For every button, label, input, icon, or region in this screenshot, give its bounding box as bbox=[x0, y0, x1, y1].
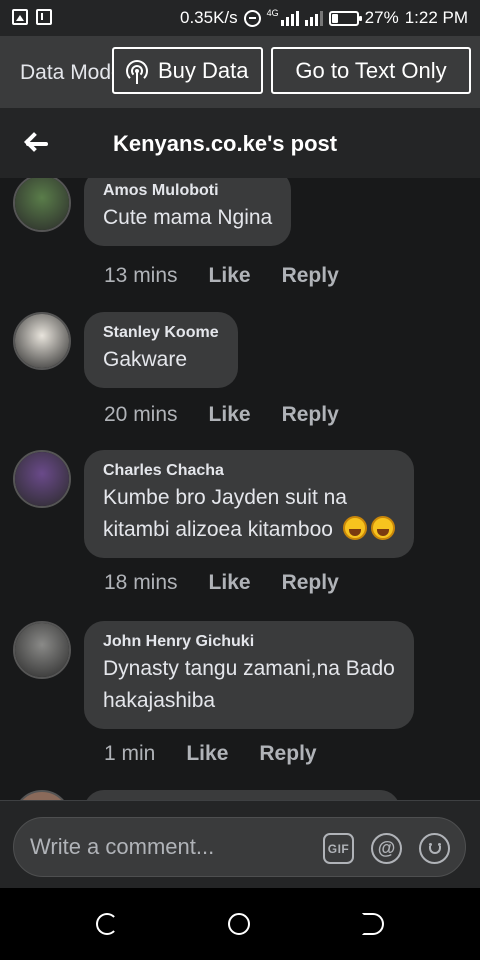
avatar[interactable] bbox=[13, 790, 71, 800]
text-only-button[interactable]: Go to Text Only bbox=[271, 47, 471, 94]
comment-text-line: hakajashiba bbox=[103, 689, 216, 712]
emoji-picker-icon[interactable] bbox=[419, 833, 450, 864]
broadcast-icon bbox=[124, 58, 150, 84]
back-arrow-icon[interactable] bbox=[22, 130, 50, 158]
battery-icon bbox=[328, 10, 362, 26]
back-icon[interactable] bbox=[362, 913, 384, 935]
comment-bubble[interactable]: Amos Muloboti Cute mama Ngina bbox=[84, 178, 292, 246]
avatar[interactable] bbox=[13, 312, 71, 370]
comment-text-line: Kumbe bro Jayden suit na bbox=[103, 486, 347, 509]
comment-text: Kumbe bro Jayden suit na kitambi alizoea… bbox=[103, 482, 395, 546]
comment-time: 1 min bbox=[104, 742, 156, 765]
comment-text: Cute mama Ngina bbox=[103, 202, 272, 234]
do-not-disturb-icon bbox=[243, 9, 261, 27]
comment-time: 18 mins bbox=[104, 571, 178, 594]
page-title: Kenyans.co.ke's post bbox=[113, 131, 338, 156]
reply-button[interactable]: Reply bbox=[259, 742, 316, 766]
laughing-emoji-icon bbox=[370, 516, 395, 540]
comment-text: Gakware bbox=[103, 344, 219, 376]
like-button[interactable]: Like bbox=[209, 571, 251, 595]
laughing-emoji-icon bbox=[342, 516, 367, 540]
comment-text-line-2: kitambi alizoea kitamboo bbox=[103, 514, 395, 546]
avatar[interactable] bbox=[13, 178, 71, 232]
like-button[interactable]: Like bbox=[209, 403, 251, 427]
signal-strength-icon bbox=[280, 10, 299, 26]
like-button[interactable]: Like bbox=[209, 264, 251, 288]
reply-button[interactable]: Reply bbox=[282, 571, 339, 595]
network-speed: 0.35K/s bbox=[179, 8, 238, 27]
comment-author[interactable]: Amos Muloboti bbox=[103, 182, 272, 200]
comment-input[interactable] bbox=[30, 830, 310, 864]
data-mode-bar: Data Mode Buy Data Go to Text Only bbox=[0, 36, 480, 108]
reply-button[interactable]: Reply bbox=[282, 264, 339, 288]
comment-bubble[interactable] bbox=[84, 790, 400, 800]
mention-icon[interactable]: @ bbox=[371, 833, 402, 864]
comment-text-line: Dynasty tangu zamani,na Bado bbox=[103, 657, 395, 680]
recent-apps-icon[interactable] bbox=[96, 913, 118, 935]
status-bar: 0.35K/s 4G 27% 1:22 PM bbox=[0, 0, 480, 36]
download-notification-icon bbox=[36, 9, 52, 25]
buy-data-button[interactable]: Buy Data bbox=[112, 47, 263, 94]
data-mode-label: Data Mode bbox=[20, 61, 116, 84]
text-only-label: Go to Text Only bbox=[295, 57, 447, 83]
network-type: 4G bbox=[266, 8, 279, 18]
comment-author[interactable]: Charles Chacha bbox=[103, 462, 395, 480]
comment-actions: 13 mins Like Reply bbox=[104, 264, 339, 288]
avatar[interactable] bbox=[13, 450, 71, 508]
battery-percent: 27% bbox=[364, 8, 399, 27]
comment-text-line: kitambi alizoea kitamboo bbox=[103, 518, 333, 541]
post-header: Kenyans.co.ke's post bbox=[0, 108, 480, 178]
system-nav-bar bbox=[0, 888, 480, 960]
comment-composer: GIF @ bbox=[0, 800, 480, 888]
like-button[interactable]: Like bbox=[186, 742, 228, 766]
avatar[interactable] bbox=[13, 621, 71, 679]
signal-strength-2-icon bbox=[304, 10, 323, 26]
comment-time: 13 mins bbox=[104, 264, 178, 287]
comment-input-wrapper[interactable]: GIF @ bbox=[13, 817, 466, 877]
buy-data-label: Buy Data bbox=[158, 57, 249, 83]
comment-author[interactable]: Stanley Koome bbox=[103, 324, 219, 342]
comment-actions: 18 mins Like Reply bbox=[104, 571, 339, 595]
home-icon[interactable] bbox=[228, 913, 250, 935]
comments-list[interactable]: Amos Muloboti Cute mama Ngina 13 mins Li… bbox=[0, 178, 480, 800]
comment-text-line: Cute mama Ngina bbox=[103, 206, 273, 229]
comment-time: 20 mins bbox=[104, 403, 178, 426]
comment-bubble[interactable]: Stanley Koome Gakware bbox=[84, 312, 238, 388]
comment-text-line: Gakware bbox=[103, 348, 188, 371]
battery-level bbox=[331, 13, 339, 23]
comment-bubble[interactable]: John Henry Gichuki Dynasty tangu zamani,… bbox=[84, 621, 414, 729]
comment-actions: 1 min Like Reply bbox=[104, 742, 317, 766]
comment-actions: 20 mins Like Reply bbox=[104, 403, 339, 427]
gallery-notification-icon bbox=[12, 9, 28, 25]
clock: 1:22 PM bbox=[404, 8, 468, 27]
comment-author[interactable]: John Henry Gichuki bbox=[103, 633, 395, 651]
comment-bubble[interactable]: Charles Chacha Kumbe bro Jayden suit na … bbox=[84, 450, 414, 558]
reply-button[interactable]: Reply bbox=[282, 403, 339, 427]
comment-text: Dynasty tangu zamani,na Bado hakajashiba bbox=[103, 653, 395, 717]
gif-icon[interactable]: GIF bbox=[323, 833, 354, 864]
